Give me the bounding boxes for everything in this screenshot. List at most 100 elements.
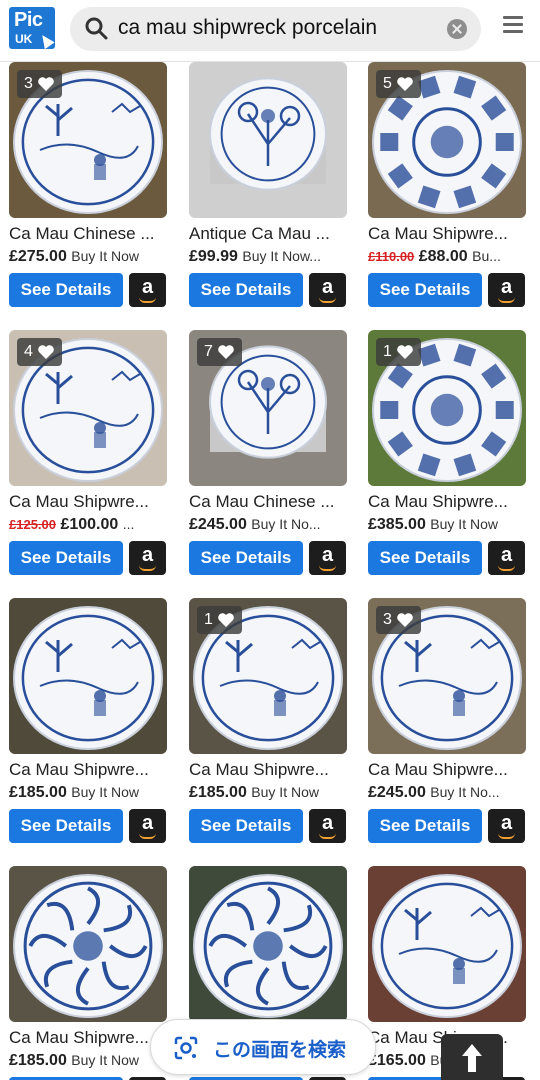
product-title[interactable]: Ca Mau Shipwre... — [9, 1028, 167, 1048]
product-title[interactable]: Ca Mau Chinese ... — [189, 492, 347, 512]
product-card[interactable]: 3 Ca Mau Chinese ... £275.00 Buy It Now See… — [9, 62, 167, 312]
product-card[interactable]: Ca Mau Shipwre...£185.00 Buy It NowSee D… — [9, 866, 167, 1080]
product-thumbnail[interactable] — [9, 866, 167, 1022]
product-thumbnail[interactable] — [189, 62, 347, 218]
product-title[interactable]: Ca Mau Shipwre... — [9, 760, 167, 780]
amazon-button[interactable]: a — [129, 273, 166, 307]
product-price: £185.00 — [189, 784, 247, 801]
product-thumbnail[interactable] — [9, 598, 167, 754]
listing-type: Buy It Now — [71, 248, 139, 264]
amazon-button[interactable]: a — [488, 809, 525, 843]
listing-type: Bu... — [472, 248, 501, 264]
scroll-to-top-button[interactable] — [441, 1034, 503, 1080]
product-thumbnail[interactable] — [189, 866, 347, 1022]
listing-type: Buy It No... — [430, 784, 500, 800]
porcelain-plate-image — [189, 866, 347, 1022]
product-title[interactable]: Ca Mau Shipwre... — [368, 224, 526, 244]
see-details-button[interactable]: See Details — [189, 273, 303, 307]
product-title[interactable]: Ca Mau Shipwre... — [368, 760, 526, 780]
product-card[interactable]: Antique Ca Mau ... £99.99 Buy It Now... Se… — [189, 62, 347, 312]
product-card[interactable]: 1 Ca Mau Shipwre... £185.00 Buy It Now See … — [189, 598, 347, 848]
see-details-button[interactable]: See Details — [189, 541, 303, 575]
amazon-smile-icon — [319, 833, 336, 839]
price-line: £185.00 Buy It Now — [9, 784, 167, 802]
product-thumbnail[interactable] — [368, 866, 526, 1022]
product-thumbnail[interactable]: 3 — [9, 62, 167, 218]
price-line: £185.00 Buy It Now — [9, 1052, 167, 1070]
product-title[interactable]: Ca Mau Chinese ... — [9, 224, 167, 244]
search-bar[interactable]: ca mau shipwreck porcelain — [70, 7, 481, 51]
product-thumbnail[interactable]: 7 — [189, 330, 347, 486]
amazon-button[interactable]: a — [129, 809, 166, 843]
product-price: £99.99 — [189, 248, 238, 265]
amazon-button[interactable]: a — [129, 541, 166, 575]
search-icon — [85, 17, 108, 40]
see-details-button[interactable]: See Details — [368, 541, 482, 575]
product-thumbnail[interactable]: 4 — [9, 330, 167, 486]
amazon-button[interactable]: a — [309, 273, 346, 307]
search-input[interactable]: ca mau shipwreck porcelain — [118, 16, 377, 40]
product-price: £275.00 — [9, 248, 67, 265]
product-card[interactable]: 4 Ca Mau Shipwre... £125.00 £100.00 ... See… — [9, 330, 167, 580]
likes-badge: 3 — [17, 70, 62, 98]
product-card[interactable]: 7 Ca Mau Chinese ... £245.00 Buy It No... S… — [189, 330, 347, 580]
price-line: £385.00 Buy It Now — [368, 516, 526, 534]
product-card[interactable]: 5 Ca Mau Shipwre... £110.00 £88.00 Bu... Se… — [368, 62, 526, 312]
app-header: Pic UK ca mau shipwreck porcelain — [0, 0, 540, 62]
product-thumbnail[interactable]: 3 — [368, 598, 526, 754]
likes-badge: 5 — [376, 70, 421, 98]
price-line: £185.00 Buy It Now — [189, 784, 347, 802]
product-card[interactable]: 3 Ca Mau Shipwre... £245.00 Buy It No... Se… — [368, 598, 526, 848]
amazon-button[interactable]: a — [309, 809, 346, 843]
amazon-smile-icon — [498, 565, 515, 571]
product-card[interactable]: 1 Ca Mau Shipwre... £385.00 Buy It Now See … — [368, 330, 526, 580]
see-details-button[interactable]: See Details — [9, 273, 123, 307]
listing-type: Buy It Now — [251, 784, 319, 800]
price-line: £125.00 £100.00 ... — [9, 516, 167, 534]
likes-count: 7 — [204, 343, 213, 360]
product-thumbnail[interactable]: 5 — [368, 62, 526, 218]
amazon-button[interactable]: a — [309, 541, 346, 575]
likes-badge: 1 — [197, 606, 242, 634]
arrow-up-icon — [462, 1044, 482, 1072]
see-details-button[interactable]: See Details — [189, 809, 303, 843]
original-price: £125.00 — [9, 517, 56, 532]
clear-search-icon[interactable] — [447, 19, 467, 39]
heart-icon — [218, 613, 234, 627]
product-title[interactable]: Ca Mau Shipwre... — [9, 492, 167, 512]
amazon-smile-icon — [319, 297, 336, 303]
price-line: £110.00 £88.00 Bu... — [368, 248, 526, 266]
product-title[interactable]: Ca Mau Shipwre... — [368, 492, 526, 512]
likes-badge: 7 — [197, 338, 242, 366]
picuk-logo[interactable]: Pic UK — [9, 7, 55, 50]
listing-type: Buy It Now — [430, 516, 498, 532]
hamburger-menu-icon[interactable] — [503, 16, 523, 34]
amazon-smile-icon — [319, 565, 336, 571]
product-price: £385.00 — [368, 516, 426, 533]
likes-count: 3 — [383, 611, 392, 628]
porcelain-plate-image — [368, 866, 526, 1022]
logo-text-pic: Pic — [14, 9, 43, 31]
product-thumbnail[interactable]: 1 — [368, 330, 526, 486]
original-price: £110.00 — [368, 249, 415, 264]
product-card[interactable]: Ca Mau Shipwre... £185.00 Buy It Now See D… — [9, 598, 167, 848]
lens-search-button[interactable]: この画面を検索 — [150, 1019, 376, 1075]
see-details-button[interactable]: See Details — [368, 809, 482, 843]
product-title[interactable]: Antique Ca Mau ... — [189, 224, 347, 244]
see-details-button[interactable]: See Details — [368, 273, 482, 307]
likes-count: 3 — [24, 75, 33, 92]
amazon-button[interactable]: a — [488, 273, 525, 307]
likes-count: 1 — [383, 343, 392, 360]
see-details-button[interactable]: See Details — [9, 809, 123, 843]
porcelain-plate-image — [9, 598, 167, 754]
logo-text-uk: UK — [15, 32, 33, 46]
product-title[interactable]: Ca Mau Shipwre... — [189, 760, 347, 780]
porcelain-plate-image — [9, 866, 167, 1022]
amazon-button[interactable]: a — [488, 541, 525, 575]
likes-count: 5 — [383, 75, 392, 92]
see-details-button[interactable]: See Details — [9, 541, 123, 575]
lens-camera-icon — [174, 1036, 198, 1060]
product-thumbnail[interactable]: 1 — [189, 598, 347, 754]
listing-type: ... — [122, 516, 135, 532]
product-price: £165.00 — [368, 1052, 426, 1069]
